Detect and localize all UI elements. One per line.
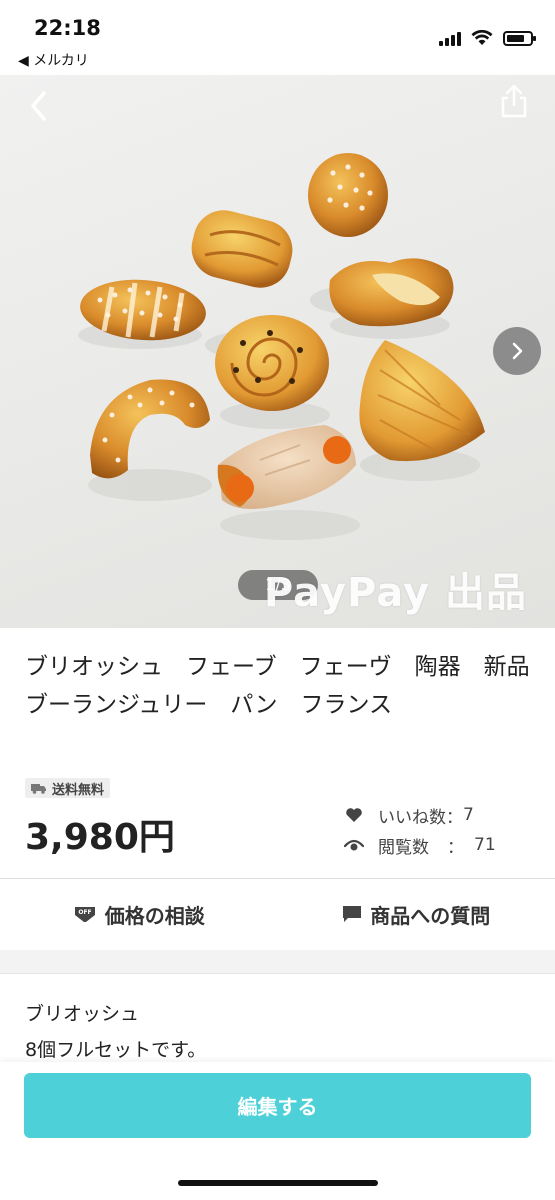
description-line: ブリオッシュ — [25, 1003, 140, 1025]
likes-count: 7 — [463, 805, 474, 825]
edit-button[interactable]: 編集する — [24, 1073, 531, 1138]
product-photo — [78, 153, 485, 540]
item-question-label: 商品への質問 — [370, 903, 491, 928]
signal-icon — [439, 32, 461, 46]
item-description: ブリオッシュ 8個フルセットです。 — [25, 996, 206, 1068]
comment-icon — [343, 906, 362, 922]
views-count: 71 — [474, 835, 496, 855]
item-title: ブリオッシュ フェーブ フェーヴ 陶器 新品 ブーランジュリー パン フランス — [25, 654, 553, 718]
views-label: 閲覧数 — [378, 837, 429, 858]
back-arrow-icon[interactable] — [22, 85, 54, 125]
price-negotiation-label: 価格の相談 — [104, 903, 205, 928]
truck-icon — [31, 784, 46, 794]
product-image-gallery[interactable]: 1/3 PayPay 出品 — [0, 75, 555, 628]
battery-icon — [503, 31, 536, 46]
next-image-button[interactable] — [493, 327, 541, 375]
item-stats: いいね数： 7 閲覧数： 71 — [344, 800, 496, 860]
heart-icon — [346, 808, 362, 822]
status-icons — [439, 30, 536, 46]
views-row: 閲覧数： 71 — [344, 830, 496, 860]
item-question-button[interactable]: 商品への質問 — [278, 880, 555, 948]
svg-text:OFF: OFF — [78, 909, 91, 916]
share-icon[interactable] — [499, 83, 529, 119]
bottom-action-bar: 編集する — [0, 1062, 555, 1200]
item-actions: OFF 価格の相談 商品への質問 — [0, 880, 555, 948]
section-separator — [0, 950, 555, 974]
offer-tag-icon: OFF — [74, 907, 95, 922]
price-negotiation-button[interactable]: OFF 価格の相談 — [0, 880, 278, 948]
likes-label: いいね数 — [378, 807, 446, 828]
paypay-watermark: PayPay 出品 — [263, 570, 527, 616]
shipping-badge: 送料無料 — [25, 778, 111, 798]
home-indicator — [178, 1180, 378, 1186]
status-bar: 22:18 ◀ メルカリ — [0, 0, 555, 75]
status-time: 22:18 — [34, 16, 101, 40]
item-price: 3,980円 — [25, 817, 175, 858]
eye-icon — [344, 839, 364, 851]
chevron-right-icon — [512, 342, 523, 360]
back-to-app-link[interactable]: ◀ メルカリ — [18, 50, 89, 70]
shipping-badge-label: 送料無料 — [52, 782, 105, 798]
likes-row[interactable]: いいね数： 7 — [344, 800, 496, 830]
wifi-icon — [471, 30, 493, 45]
divider — [0, 878, 555, 879]
